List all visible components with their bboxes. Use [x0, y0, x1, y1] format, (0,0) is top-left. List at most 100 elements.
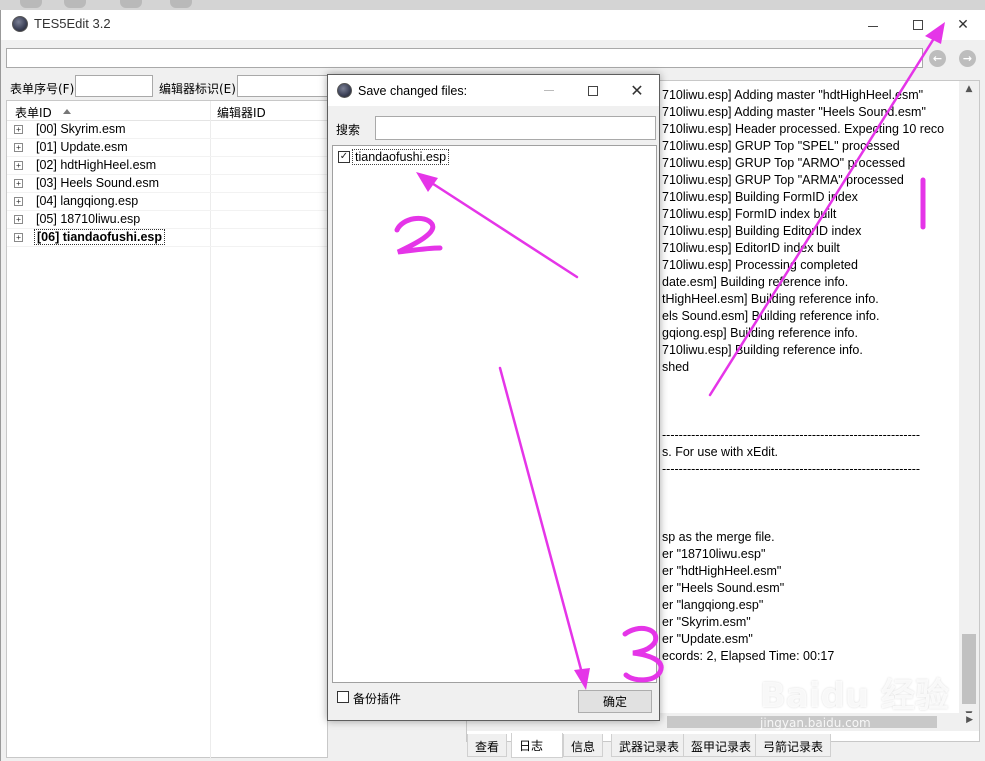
tree-row[interactable]: + [05] 18710liwu.esp — [7, 211, 327, 229]
log-line: er "Update.esm" — [662, 632, 753, 646]
log-line: 710liwu.esp] Adding master "hdtHighHeel.… — [662, 88, 924, 102]
tree-row[interactable]: + [01] Update.esm — [7, 139, 327, 157]
backup-checkbox[interactable] — [337, 691, 349, 703]
tree-row[interactable]: + [00] Skyrim.esm — [7, 121, 327, 139]
tree-header: 表单ID 编辑器ID — [7, 101, 327, 121]
log-line: 710liwu.esp] Building EditorID index — [662, 224, 862, 238]
log-vertical-scrollbar[interactable]: ▲ ▼ — [959, 81, 979, 723]
desktop-strip — [0, 0, 985, 10]
log-line: er "langqiong.esp" — [662, 598, 764, 612]
plugin-label: [02] hdtHighHeel.esm — [36, 158, 157, 172]
bottom-tabs: 查看 日志 信息 武器记录表 盔甲记录表 弓箭记录表 — [467, 733, 985, 758]
log-line: gqiong.esp] Building reference info. — [662, 326, 858, 340]
expand-icon[interactable]: + — [14, 125, 23, 134]
minimize-icon — [544, 90, 554, 91]
dialog-close-button[interactable]: ✕ — [615, 75, 659, 106]
file-checkbox[interactable]: ✓ — [338, 151, 350, 163]
ok-button[interactable]: 确定 — [578, 690, 652, 713]
arrow-right-icon: → — [962, 52, 973, 65]
minimize-button[interactable] — [850, 10, 896, 40]
list-item[interactable]: ✓ tiandaofushi.esp — [335, 149, 655, 166]
tree-row[interactable]: + [03] Heels Sound.esm — [7, 175, 327, 193]
editor-id-filter-input[interactable] — [237, 75, 337, 97]
log-line: 710liwu.esp] GRUP Top "SPEL" processed — [662, 139, 900, 153]
expand-icon[interactable]: + — [14, 215, 23, 224]
expand-icon[interactable]: + — [14, 161, 23, 170]
plugin-label: [01] Update.esm — [36, 140, 128, 154]
dialog-title-bar: Save changed files: ✕ — [328, 75, 659, 106]
log-line: er "18710liwu.esp" — [662, 547, 766, 561]
desktop-icon — [64, 0, 86, 8]
sort-ascending-icon — [63, 109, 71, 114]
window-title: TES5Edit 3.2 — [34, 16, 111, 31]
log-line: 710liwu.esp] EditorID index built — [662, 241, 840, 255]
log-line: s. For use with xEdit. — [662, 445, 779, 459]
plugin-label: [00] Skyrim.esm — [36, 122, 126, 136]
close-button[interactable]: ✕ — [940, 10, 985, 40]
log-line: 710liwu.esp] Adding master "Heels Sound.… — [662, 105, 926, 119]
close-icon: ✕ — [630, 81, 644, 100]
tree-row[interactable]: + [02] hdtHighHeel.esm — [7, 157, 327, 175]
log-line: ecords: 2, Elapsed Time: 00:17 — [662, 649, 835, 663]
expand-icon[interactable]: + — [14, 143, 23, 152]
tree-row[interactable]: + [04] langqiong.esp — [7, 193, 327, 211]
dialog-maximize-button[interactable] — [571, 75, 615, 106]
minimize-icon — [868, 25, 878, 27]
scroll-thumb[interactable] — [962, 634, 976, 704]
log-line: els Sound.esm] Building reference info. — [662, 309, 880, 323]
tab-view[interactable]: 查看 — [467, 734, 508, 757]
log-line: ----------------------------------------… — [662, 428, 921, 442]
tab-info[interactable]: 信息 — [563, 734, 604, 757]
form-id-filter-label: 表单序号(F) — [10, 82, 75, 96]
tab-weapons[interactable]: 武器记录表 — [611, 734, 688, 757]
log-line: 710liwu.esp] Processing completed — [662, 258, 858, 272]
log-line: er "Heels Sound.esm" — [662, 581, 785, 595]
scroll-up-icon[interactable]: ▲ — [959, 81, 979, 97]
arrow-left-icon: ← — [932, 52, 943, 65]
watermark-logo: Baidu 经验 — [760, 676, 949, 716]
dialog-title: Save changed files: — [358, 84, 468, 98]
tab-ammo[interactable]: 弓箭记录表 — [755, 734, 832, 757]
tab-log[interactable]: 日志 — [511, 733, 563, 758]
file-name[interactable]: tiandaofushi.esp — [352, 149, 450, 165]
maximize-icon — [913, 20, 923, 30]
plugin-label: [03] Heels Sound.esm — [36, 176, 159, 190]
log-line: 710liwu.esp] GRUP Top "ARMO" processed — [662, 156, 906, 170]
app-icon — [337, 83, 352, 98]
save-changed-files-dialog: Save changed files: ✕ 搜索 ✓ tiandaofushi.… — [327, 74, 660, 721]
desktop-icon — [20, 0, 42, 8]
column-editor-id[interactable]: 编辑器ID — [217, 104, 266, 121]
plugin-tree: 表单ID 编辑器ID + [00] Skyrim.esm + [01] Update.… — [6, 100, 328, 759]
log-line: shed — [662, 360, 690, 374]
backup-label: 备份插件 — [353, 692, 402, 706]
tree-row[interactable]: + [06] tiandaofushi.esp — [7, 229, 327, 247]
editor-id-filter-label: 编辑器标识(E) — [159, 82, 236, 96]
expand-icon[interactable]: + — [14, 197, 23, 206]
maximize-button[interactable] — [895, 10, 941, 40]
plugin-label: [04] langqiong.esp — [36, 194, 139, 208]
log-line: 710liwu.esp] FormID index built — [662, 207, 837, 221]
expand-icon[interactable]: + — [14, 179, 23, 188]
tab-armor[interactable]: 盔甲记录表 — [683, 734, 760, 757]
changed-files-list: ✓ tiandaofushi.esp — [332, 145, 657, 683]
desktop-icon — [120, 0, 142, 8]
log-line: 710liwu.esp] Header processed. Expecting… — [662, 122, 945, 136]
search-input[interactable] — [375, 116, 656, 140]
column-form-id[interactable]: 表单ID — [15, 104, 52, 121]
log-line: 710liwu.esp] Building FormID index — [662, 190, 858, 204]
log-line: sp as the merge file. — [662, 530, 775, 544]
log-line: 710liwu.esp] GRUP Top "ARMA" processed — [662, 173, 904, 187]
watermark-url: jingyan.baidu.com — [760, 716, 871, 730]
log-line: tHighHeel.esm] Building reference info. — [662, 292, 879, 306]
form-id-filter-input[interactable] — [75, 75, 153, 97]
forward-button[interactable]: → — [959, 50, 976, 67]
path-input[interactable] — [6, 48, 923, 68]
title-bar: TES5Edit 3.2 ✕ — [1, 10, 985, 40]
desktop-icon — [170, 0, 192, 8]
scroll-right-icon[interactable]: ▶ — [966, 715, 973, 725]
expand-icon[interactable]: + — [14, 233, 23, 242]
log-line: 710liwu.esp] Building reference info. — [662, 343, 863, 357]
log-line: date.esm] Building reference info. — [662, 275, 849, 289]
back-button[interactable]: ← — [929, 50, 946, 67]
log-line: ----------------------------------------… — [662, 462, 921, 476]
